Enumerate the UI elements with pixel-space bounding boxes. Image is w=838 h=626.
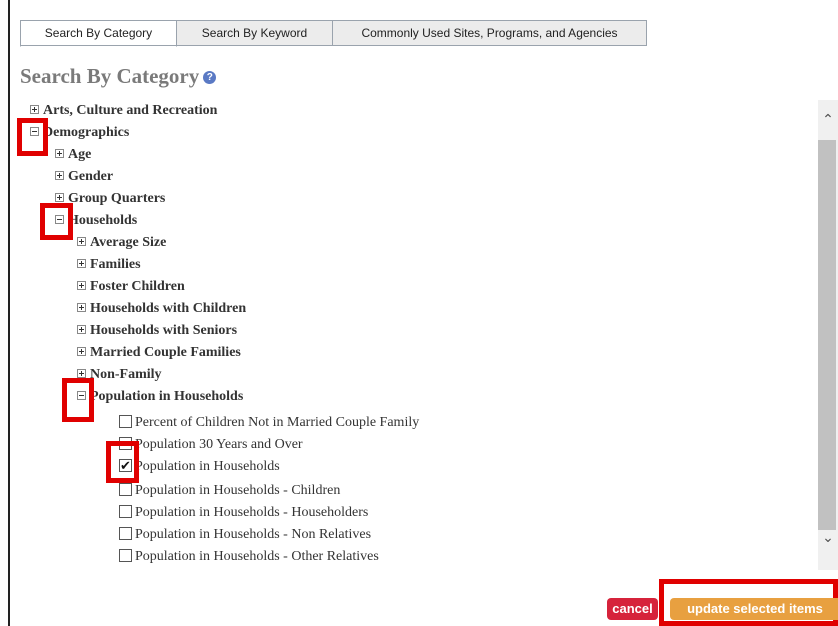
highlight-box	[106, 441, 139, 483]
tree-item-label: Households with Seniors	[90, 323, 238, 338]
leaf-label: Population in Households - Children	[135, 483, 341, 498]
page-title-text: Search By Category	[20, 64, 200, 88]
page-title: Search By Category?	[20, 64, 217, 89]
expand-plus-icon[interactable]	[77, 325, 86, 334]
help-circle-icon[interactable]: ?	[203, 71, 217, 84]
tree-item-label: Population in Households	[90, 389, 244, 404]
tree-item-married-couple-families[interactable]: Married Couple Families	[77, 342, 241, 364]
expand-plus-icon[interactable]	[77, 281, 86, 290]
tree-item-label: Group Quarters	[68, 191, 166, 206]
tab-search-by-category[interactable]: Search By Category	[20, 20, 177, 47]
checkbox[interactable]	[119, 415, 132, 428]
leaf-item[interactable]: Population in Households - Non Relatives	[119, 524, 371, 546]
scrollbar-thumb[interactable]	[818, 140, 836, 530]
leaf-label: Population in Households - Other Relativ…	[135, 549, 379, 564]
tree-item-label: Arts, Culture and Recreation	[43, 103, 218, 118]
leaf-item[interactable]: Population in Households - Other Relativ…	[119, 546, 379, 568]
tree-item-label: Demographics	[43, 125, 130, 140]
tree-item-label: Gender	[68, 169, 114, 184]
highlight-box	[17, 118, 48, 156]
checkbox[interactable]	[119, 505, 132, 518]
tree-item-foster-children[interactable]: Foster Children	[77, 276, 185, 298]
update-selected-items-button[interactable]: update selected items	[670, 598, 838, 620]
expand-plus-icon[interactable]	[77, 369, 86, 378]
tree-item-gender[interactable]: Gender	[55, 166, 113, 188]
leaf-label: Population 30 Years and Over	[135, 437, 303, 452]
expand-plus-icon[interactable]	[77, 303, 86, 312]
tab-commonly-used-sites[interactable]: Commonly Used Sites, Programs, and Agenc…	[332, 20, 647, 46]
tree-item-households-with-children[interactable]: Households with Children	[77, 298, 246, 320]
leaf-item[interactable]: Percent of Children Not in Married Coupl…	[119, 412, 419, 434]
tree-item-population-in-households[interactable]: Population in Households	[77, 386, 243, 408]
chevron-down-icon[interactable]: ⌄	[818, 528, 838, 548]
leaf-label: Population in Households - Non Relatives	[135, 527, 372, 542]
leaf-item[interactable]: Population in Households	[119, 456, 280, 478]
tab-search-by-keyword[interactable]: Search By Keyword	[176, 20, 333, 46]
leaf-label: Percent of Children Not in Married Coupl…	[135, 415, 420, 430]
tree-item-label: Average Size	[90, 235, 167, 250]
expand-plus-icon[interactable]	[55, 149, 64, 158]
leaf-label: Population in Households	[135, 459, 280, 474]
chevron-up-icon[interactable]: ⌃	[818, 110, 838, 130]
expand-plus-icon[interactable]	[77, 347, 86, 356]
expand-plus-icon[interactable]	[30, 105, 39, 114]
tree-item-arts[interactable]: Arts, Culture and Recreation	[30, 100, 217, 122]
tree-item-label: Non-Family	[90, 367, 162, 382]
vertical-scrollbar[interactable]: ⌃ ⌄	[818, 100, 838, 570]
tree-item-households-with-seniors[interactable]: Households with Seniors	[77, 320, 237, 342]
tree-item-label: Married Couple Families	[90, 345, 241, 360]
tree-item-label: Age	[68, 147, 92, 162]
expand-plus-icon[interactable]	[77, 259, 86, 268]
tree-item-label: Households with Children	[90, 301, 247, 316]
tab-underline	[20, 45, 647, 46]
tree-item-label: Foster Children	[90, 279, 185, 294]
tree-item-label: Households	[68, 213, 138, 228]
category-tree: Arts, Culture and Recreation Demographic…	[0, 100, 818, 570]
tree-item-age[interactable]: Age	[55, 144, 91, 166]
checkbox[interactable]	[119, 483, 132, 496]
expand-plus-icon[interactable]	[55, 171, 64, 180]
checkbox[interactable]	[119, 527, 132, 540]
tree-item-label: Families	[90, 257, 141, 272]
tree-item-average-size[interactable]: Average Size	[77, 232, 166, 254]
expand-plus-icon[interactable]	[77, 237, 86, 246]
leaf-item[interactable]: Population in Households - Children	[119, 480, 340, 502]
expand-plus-icon[interactable]	[55, 193, 64, 202]
leaf-label: Population in Households - Householders	[135, 505, 369, 520]
leaf-item[interactable]: Population 30 Years and Over	[119, 434, 303, 456]
highlight-box	[40, 203, 73, 240]
leaf-item[interactable]: Population in Households - Householders	[119, 502, 368, 524]
highlight-box	[62, 378, 94, 422]
cancel-button[interactable]: cancel	[607, 598, 658, 620]
tree-item-families[interactable]: Families	[77, 254, 141, 276]
checkbox[interactable]	[119, 549, 132, 562]
